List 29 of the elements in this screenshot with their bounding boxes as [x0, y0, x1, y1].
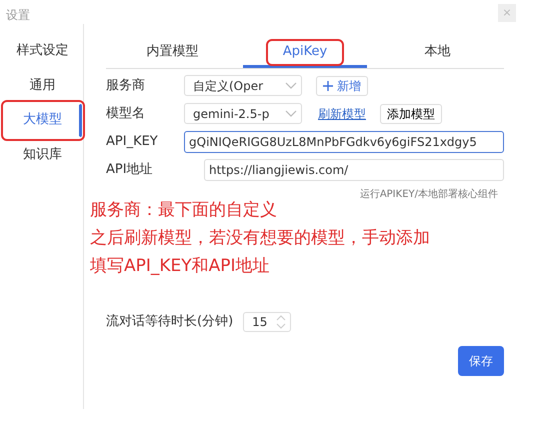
- provider-select[interactable]: 自定义(Oper: [184, 75, 302, 96]
- add-button[interactable]: 新增: [316, 76, 368, 96]
- chevron-down-icon: [285, 110, 297, 117]
- annotation-text: 之后刷新模型，若没有想要的模型，手动添加: [90, 226, 431, 250]
- annotation-text: 服务商：最下面的自定义: [90, 198, 278, 222]
- refresh-models-link[interactable]: 刷新模型: [318, 104, 366, 122]
- spinner-arrows-icon: [276, 314, 286, 330]
- tab[interactable]: 内置模型: [110, 38, 235, 68]
- sidebar-item[interactable]: 通用: [4, 68, 82, 103]
- number-spinner[interactable]: 15: [243, 312, 292, 332]
- model-select[interactable]: gemini-2.5-p: [184, 103, 302, 124]
- api-key-field[interactable]: gQiNIQeRIGG8UzL8MnPbFGdkv6y6giFS21xdgy5: [184, 130, 504, 152]
- api-url-field[interactable]: https://liangjiewis.com/: [204, 158, 504, 180]
- field-label: 服务商: [106, 76, 146, 95]
- sidebar-item[interactable]: 知识库: [4, 138, 82, 172]
- field-label: 模型名: [106, 104, 146, 123]
- caption-text: 运行APIKEY/本地部署核心组件: [358, 188, 499, 202]
- save-button[interactable]: 保存: [458, 346, 504, 376]
- add-model-button[interactable]: 添加模型: [380, 104, 442, 124]
- field-label: 流对话等待时长(分钟): [106, 312, 234, 331]
- annotation-text: 填写API_KEY和API地址: [90, 254, 271, 278]
- chevron-down-icon: [285, 82, 297, 89]
- plus-icon: [323, 80, 333, 90]
- sidebar-item[interactable]: 样式设定: [4, 34, 82, 68]
- field-label: API_KEY: [106, 132, 159, 151]
- field-label: API地址: [106, 160, 154, 179]
- tab[interactable]: 本地: [375, 38, 500, 68]
- window-title: 设置: [5, 7, 30, 24]
- tab[interactable]: ApiKey: [242, 38, 368, 68]
